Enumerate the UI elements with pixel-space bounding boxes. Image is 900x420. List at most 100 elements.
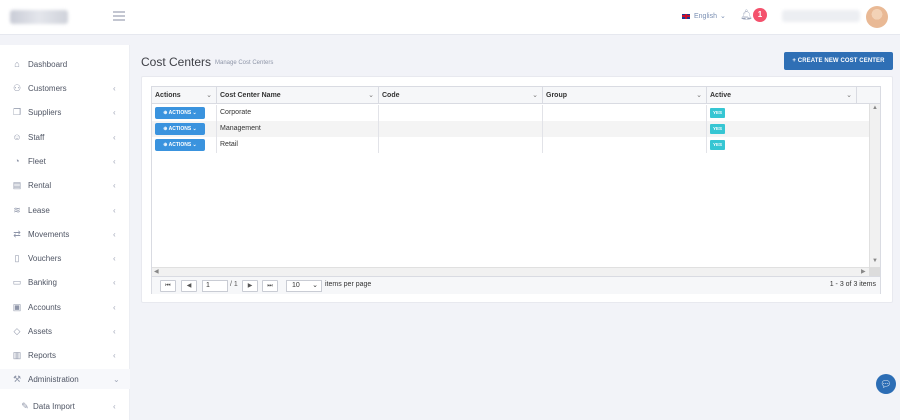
group-cell [543,121,707,137]
items-per-page-label: items per page [325,281,372,288]
code-cell [379,121,543,137]
sidebar-item-reports[interactable]: ▥ Reports ‹ [0,345,130,365]
chevron-down-icon: ⌄ [312,282,318,289]
column-header-label: Code [382,92,400,99]
sidebar-item-movements[interactable]: ⇄ Movements ‹ [0,224,130,244]
actions-cell: ⊕ ACTIONS ⌄ [152,137,217,153]
sidebar-item-assets[interactable]: ◇ Assets ‹ [0,321,130,341]
column-header-label: Group [546,92,567,99]
name-cell: Corporate [217,105,379,121]
row-actions-button[interactable]: ⊕ ACTIONS ⌄ [155,139,205,151]
sidebar-item-label: Vouchers [28,253,62,263]
column-header-actions[interactable]: Actions ⌄ [152,87,217,104]
group-cell [543,105,707,121]
menu-toggle-icon[interactable] [113,11,125,21]
page-size-select[interactable]: 10 ⌄ [286,280,322,292]
row-actions-button[interactable]: ⊕ ACTIONS ⌄ [155,123,205,135]
sidebar-item-suppliers[interactable]: ❒ Suppliers ‹ [0,102,130,122]
actions-label: ACTIONS [168,126,192,132]
gauge-icon: ◔ [14,156,20,166]
chevron-down-icon: ⌄ [719,13,726,20]
scroll-right-icon[interactable]: ▶ [861,268,866,275]
rental-icon: ▤ [12,180,22,190]
prev-page-button[interactable]: ◀ [181,280,197,292]
row-actions-button[interactable]: ⊕ ACTIONS ⌄ [155,107,205,119]
avatar[interactable] [866,6,888,28]
page-count: / 1 [230,281,238,288]
chevron-down-icon[interactable]: ⌄ [532,87,538,104]
sidebar-item-label: Movements [28,229,70,239]
chevron-down-icon[interactable]: ⌄ [206,87,212,104]
create-cost-center-button[interactable]: + CREATE NEW COST CENTER [784,52,893,70]
status-badge: YES [710,140,725,150]
sidebar: ⌂ Dashboard ⚇ Customers ‹ ❒ Suppliers ‹ … [0,45,130,420]
suppliers-icon: ❒ [12,107,22,117]
column-header-group[interactable]: Group ⌄ [543,87,707,104]
next-page-button[interactable]: ▶ [242,280,258,292]
column-header-active[interactable]: Active ⌄ [707,87,857,104]
chevron-left-icon: ‹ [113,132,116,142]
chevron-left-icon: ‹ [113,156,116,166]
sidebar-item-customers[interactable]: ⚇ Customers ‹ [0,78,130,98]
sidebar-item-lease[interactable]: ≋ Lease ‹ [0,200,130,220]
sidebar-item-dashboard[interactable]: ⌂ Dashboard [0,54,130,74]
home-icon: ⌂ [14,59,20,69]
horizontal-scrollbar[interactable]: ◀ ▶ [152,267,869,276]
sidebar-item-vouchers[interactable]: ▯ Vouchers ‹ [0,248,130,268]
user-name[interactable] [782,10,860,22]
name-cell: Retail [217,137,379,153]
sidebar-item-label: Suppliers [28,107,62,117]
column-header-label: Active [710,92,732,99]
active-cell: YES [707,105,869,121]
page-number-input[interactable]: 1 [202,280,228,292]
sidebar-item-staff[interactable]: ☺ Staff ‹ [0,127,130,147]
chevron-down-icon[interactable]: ⌄ [696,87,702,104]
chevron-left-icon: ‹ [113,107,116,117]
scroll-down-icon[interactable]: ▼ [872,258,878,264]
table-row[interactable]: ⊕ ACTIONS ⌄ Corporate YES [152,105,869,121]
pager-info: 1 - 3 of 3 items [829,281,876,288]
sidebar-item-label: Data Import [33,401,75,411]
name-cell: Management [217,121,379,137]
vertical-scrollbar[interactable]: ▲ ▼ [869,104,880,267]
chevron-left-icon: ‹ [113,205,116,215]
bar-chart-icon: ▥ [12,350,22,360]
language-selector[interactable]: English ⌄ [681,12,726,20]
chevron-down-icon[interactable]: ⌄ [368,87,374,104]
pager: ⏮︎ ◀ 1 / 1 ▶ ⏭︎ 10 ⌄ items per page 1 - … [152,276,880,294]
brand-logo[interactable] [10,10,68,24]
sidebar-item-administration[interactable]: ⚒ Administration ⌄ [0,369,130,389]
column-header-label: Cost Center Name [220,92,281,99]
chat-icon[interactable]: 💬︎ [876,374,896,394]
sidebar-item-data-import[interactable]: ✎ Data Import ‹ [0,396,130,416]
bank-icon: ▭ [12,277,22,287]
notification-badge[interactable]: 1 [753,8,767,22]
sidebar-item-label: Rental [28,180,52,190]
first-page-button[interactable]: ⏮︎ [160,280,176,292]
sidebar-item-fleet[interactable]: ◔ Fleet ‹ [0,151,130,171]
staff-icon: ☺ [12,132,22,142]
last-page-button[interactable]: ⏭︎ [262,280,278,292]
column-header-code[interactable]: Code ⌄ [379,87,543,104]
sidebar-item-label: Banking [28,277,57,287]
sidebar-item-label: Assets [28,326,53,336]
chevron-left-icon: ‹ [113,350,116,360]
sidebar-item-banking[interactable]: ▭ Banking ‹ [0,272,130,292]
sidebar-item-rental[interactable]: ▤ Rental ‹ [0,175,130,195]
cost-centers-grid: Actions ⌄ Cost Center Name ⌄ Code ⌄ Grou… [151,86,881,294]
sidebar-item-accounts[interactable]: ▣ Accounts ‹ [0,297,130,317]
table-row[interactable]: ⊕ ACTIONS ⌄ Retail YES [152,137,869,153]
chevron-down-icon[interactable]: ⌄ [846,87,852,104]
scroll-up-icon[interactable]: ▲ [872,105,878,111]
table-row[interactable]: ⊕ ACTIONS ⌄ Management YES [152,121,869,137]
page-title: Cost Centers [141,55,212,69]
column-header-name[interactable]: Cost Center Name ⌄ [217,87,379,104]
actions-cell: ⊕ ACTIONS ⌄ [152,105,217,121]
language-label: English [694,12,717,20]
top-bar: English ⌄ 🔔︎ 1 [0,0,900,35]
scroll-left-icon[interactable]: ◀ [154,268,159,275]
bell-icon[interactable]: 🔔︎ [740,10,753,21]
chevron-left-icon: ‹ [113,180,116,190]
grid-header: Actions ⌄ Cost Center Name ⌄ Code ⌄ Grou… [152,87,880,104]
sidebar-item-label: Accounts [28,302,61,312]
